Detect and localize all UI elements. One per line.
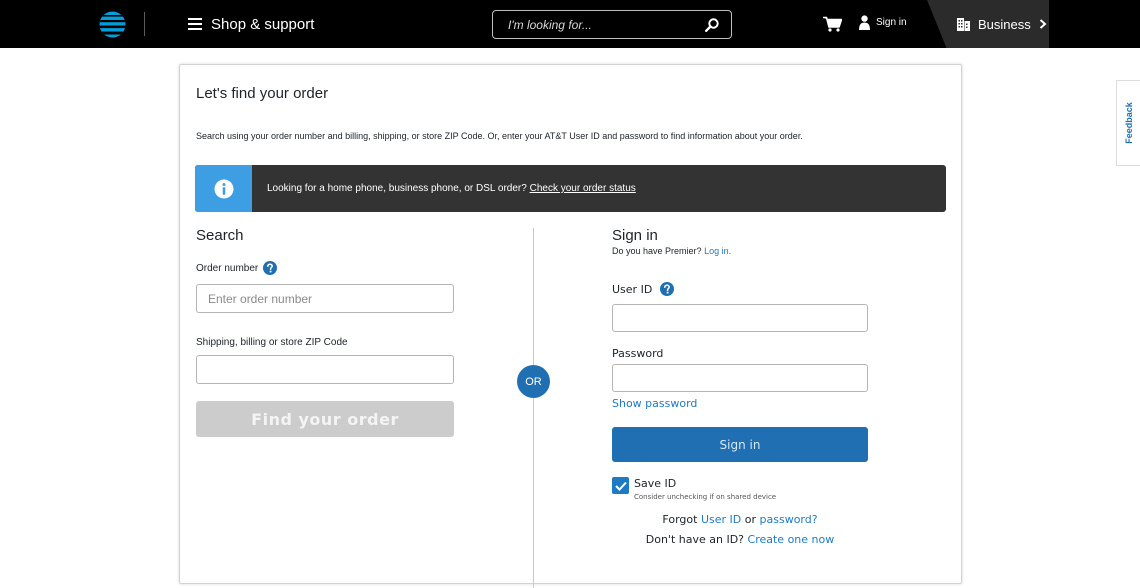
info-banner: Looking for a home phone, business phone… bbox=[195, 165, 946, 212]
password-input[interactable] bbox=[612, 364, 868, 392]
building-icon bbox=[957, 18, 970, 31]
find-order-button[interactable]: Find your order bbox=[196, 401, 454, 437]
premier-prompt-text: Do you have Premier? bbox=[612, 246, 702, 256]
feedback-label: Feedback bbox=[1123, 102, 1134, 144]
save-id-row: Save ID Consider unchecking if on shared… bbox=[612, 477, 776, 501]
help-icon[interactable] bbox=[660, 282, 675, 296]
signin-button[interactable]: Sign in bbox=[612, 427, 868, 462]
att-globe-logo-icon[interactable] bbox=[98, 11, 127, 38]
order-lookup-card: Let's find your order Search using your … bbox=[179, 64, 962, 588]
site-search-input[interactable] bbox=[493, 17, 705, 32]
or-badge: OR bbox=[517, 365, 550, 398]
info-icon-box bbox=[195, 165, 252, 212]
logo-separator bbox=[144, 12, 145, 36]
business-label: Business bbox=[978, 16, 1031, 32]
signin-title: Sign in bbox=[612, 227, 658, 244]
info-banner-text: Looking for a home phone, business phone… bbox=[267, 183, 636, 194]
cart-icon[interactable] bbox=[823, 16, 842, 32]
info-banner-message: Looking for a home phone, business phone… bbox=[267, 183, 527, 194]
order-number-label: Order number bbox=[196, 262, 259, 274]
create-account-line: Don't have an ID? Create one now bbox=[612, 533, 868, 546]
check-order-status-link[interactable]: Check your order status bbox=[530, 183, 636, 194]
forgot-userid-link[interactable]: User ID bbox=[701, 513, 741, 526]
chevron-right-icon bbox=[1039, 19, 1047, 29]
user-icon bbox=[859, 15, 870, 30]
userid-input[interactable] bbox=[612, 304, 868, 332]
header-signin-link[interactable]: Sign in bbox=[859, 15, 907, 30]
userid-label: User ID bbox=[612, 282, 653, 296]
business-link[interactable]: Business bbox=[927, 0, 1049, 48]
feedback-tab[interactable]: Feedback bbox=[1116, 80, 1140, 166]
premier-login-link[interactable]: Log in. bbox=[704, 246, 731, 256]
checkmark-icon bbox=[614, 481, 627, 491]
forgot-prefix: Forgot bbox=[662, 513, 698, 526]
hamburger-icon bbox=[188, 18, 202, 30]
premier-prompt: Do you have Premier? Log in. bbox=[612, 246, 731, 256]
save-id-hint: Consider unchecking if on shared device bbox=[634, 493, 777, 501]
page-title: Let's find your order bbox=[196, 85, 329, 102]
search-title: Search bbox=[196, 227, 244, 244]
forgot-credentials-line: Forgot User ID or password? bbox=[612, 513, 868, 526]
intro-text: Search using your order number and billi… bbox=[196, 131, 803, 141]
shop-support-menu-button[interactable]: Shop & support bbox=[188, 14, 314, 34]
header-signin-label: Sign in bbox=[876, 17, 907, 28]
zip-label: Shipping, billing or store ZIP Code bbox=[196, 337, 348, 348]
site-search bbox=[492, 10, 732, 39]
userid-label-row: User ID bbox=[612, 282, 675, 296]
search-icon[interactable] bbox=[705, 17, 719, 32]
order-number-input[interactable] bbox=[196, 284, 454, 313]
no-id-text: Don't have an ID? bbox=[645, 533, 745, 546]
show-password-link[interactable]: Show password bbox=[612, 397, 697, 410]
zip-code-input[interactable] bbox=[196, 355, 454, 384]
info-icon bbox=[214, 179, 233, 198]
shop-support-label: Shop & support bbox=[211, 15, 315, 33]
help-icon[interactable] bbox=[263, 261, 278, 275]
save-id-checkbox[interactable] bbox=[612, 477, 629, 494]
save-id-label: Save ID bbox=[634, 477, 677, 490]
password-label: Password bbox=[612, 347, 664, 360]
create-account-link[interactable]: Create one now bbox=[748, 533, 835, 546]
order-number-label-row: Order number bbox=[196, 261, 278, 275]
save-id-text: Save ID Consider unchecking if on shared… bbox=[634, 477, 776, 501]
forgot-password-link[interactable]: password? bbox=[760, 513, 818, 526]
forgot-or: or bbox=[744, 513, 757, 526]
global-header: Shop & support Sign in bbox=[0, 0, 1140, 48]
column-divider bbox=[533, 228, 534, 588]
